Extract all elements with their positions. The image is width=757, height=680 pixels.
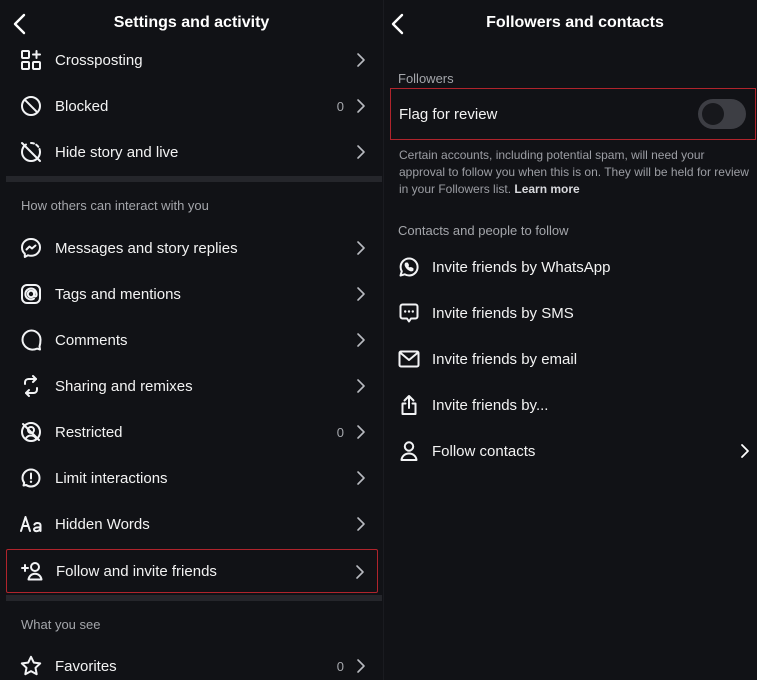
section-divider xyxy=(6,595,382,601)
whatsapp-icon xyxy=(396,254,422,280)
page-title: Followers and contacts xyxy=(486,14,664,31)
chevron-right-icon xyxy=(356,285,366,303)
crossposting-icon xyxy=(18,47,44,73)
menu-item-label: Messages and story replies xyxy=(55,239,238,257)
at-sign-icon xyxy=(18,281,44,307)
comment-icon xyxy=(18,327,44,353)
hidden-words-icon xyxy=(18,511,44,537)
menu-item-label: Favorites xyxy=(55,657,117,675)
hide-story-icon xyxy=(18,139,44,165)
blocked-icon xyxy=(18,93,44,119)
flag-for-review-description: Certain accounts, including potential sp… xyxy=(399,147,749,198)
menu-item-hide-story-and-live[interactable]: Hide story and live xyxy=(6,130,378,174)
menu-item-label: Limit interactions xyxy=(55,469,168,487)
remix-icon xyxy=(18,373,44,399)
menu-item-comments[interactable]: Comments xyxy=(6,318,378,362)
flag-for-review-label: Flag for review xyxy=(399,106,498,123)
menu-item-limit-interactions[interactable]: Limit interactions xyxy=(6,456,378,500)
followers-and-contacts-panel: Followers and contacts Followers Flag fo… xyxy=(383,0,757,680)
invite-label: Invite friends by email xyxy=(432,350,578,368)
menu-item-hidden-words[interactable]: Hidden Words xyxy=(6,502,378,546)
invite-label: Invite friends by... xyxy=(432,396,549,414)
restricted-icon xyxy=(18,419,44,445)
menu-item-count: 0 xyxy=(336,424,344,440)
invite-label: Follow contacts xyxy=(432,442,536,460)
right-header: Followers and contacts xyxy=(384,0,757,48)
invite-email-item[interactable]: Invite friends by email xyxy=(390,337,756,381)
star-icon xyxy=(18,653,44,679)
menu-item-count: 0 xyxy=(336,658,344,674)
add-person-icon xyxy=(19,558,45,584)
invite-share-item[interactable]: Invite friends by... xyxy=(390,383,756,427)
menu-item-label: Comments xyxy=(55,331,128,349)
menu-item-label: Blocked xyxy=(55,97,109,115)
chevron-right-icon xyxy=(356,469,366,487)
chevron-right-icon xyxy=(356,239,366,257)
menu-item-label: Hide story and live xyxy=(55,143,179,161)
section-header-followers: Followers xyxy=(398,71,454,86)
messenger-icon xyxy=(18,235,44,261)
invite-label: Invite friends by WhatsApp xyxy=(432,258,611,276)
menu-item-crossposting[interactable]: Crossposting xyxy=(6,38,378,82)
sms-icon xyxy=(396,300,422,326)
section-header-contacts: Contacts and people to follow xyxy=(398,223,569,238)
menu-item-tags-and-mentions[interactable]: Tags and mentions xyxy=(6,272,378,316)
menu-item-label: Follow and invite friends xyxy=(56,562,217,580)
share-icon xyxy=(396,392,422,418)
person-icon xyxy=(396,438,422,464)
menu-item-sharing-and-remixes[interactable]: Sharing and remixes xyxy=(6,364,378,408)
section-divider xyxy=(6,176,382,182)
menu-item-label: Crossposting xyxy=(55,51,143,69)
menu-item-messages-and-story-replies[interactable]: Messages and story replies xyxy=(6,226,378,270)
menu-item-favorites[interactable]: Favorites 0 xyxy=(6,644,378,680)
chevron-right-icon xyxy=(356,423,366,441)
chevron-right-icon xyxy=(356,377,366,395)
chevron-right-icon xyxy=(740,442,750,460)
chevron-right-icon xyxy=(356,657,366,675)
chevron-right-icon xyxy=(356,331,366,349)
menu-item-count: 0 xyxy=(336,98,344,114)
page-title: Settings and activity xyxy=(113,14,270,31)
menu-item-label: Restricted xyxy=(55,423,123,441)
chevron-right-icon xyxy=(356,51,366,69)
invite-sms-item[interactable]: Invite friends by SMS xyxy=(390,291,756,335)
flag-for-review-row[interactable]: Flag for review xyxy=(390,88,756,140)
limit-icon xyxy=(18,465,44,491)
chevron-right-icon xyxy=(356,143,366,161)
flag-for-review-toggle[interactable] xyxy=(698,99,746,129)
chevron-right-icon xyxy=(356,515,366,533)
learn-more-link[interactable]: Learn more xyxy=(514,182,579,196)
menu-item-blocked[interactable]: Blocked 0 xyxy=(6,84,378,128)
section-header-what-you-see: What you see xyxy=(21,617,101,632)
invite-label: Invite friends by SMS xyxy=(432,304,574,322)
invite-whatsapp-item[interactable]: Invite friends by WhatsApp xyxy=(390,245,756,289)
menu-item-label: Tags and mentions xyxy=(55,285,181,303)
toggle-knob xyxy=(702,103,724,125)
email-icon xyxy=(396,346,422,372)
menu-item-restricted[interactable]: Restricted 0 xyxy=(6,410,378,454)
menu-item-follow-and-invite-friends[interactable]: Follow and invite friends xyxy=(6,549,378,593)
menu-item-label: Sharing and remixes xyxy=(55,377,193,395)
section-header-interact: How others can interact with you xyxy=(21,198,209,213)
chevron-right-icon xyxy=(356,97,366,115)
chevron-right-icon xyxy=(355,563,365,581)
follow-contacts-item[interactable]: Follow contacts xyxy=(390,429,756,473)
menu-item-label: Hidden Words xyxy=(55,515,150,533)
settings-and-activity-panel: Settings and activity Crossposting Block… xyxy=(0,0,383,680)
